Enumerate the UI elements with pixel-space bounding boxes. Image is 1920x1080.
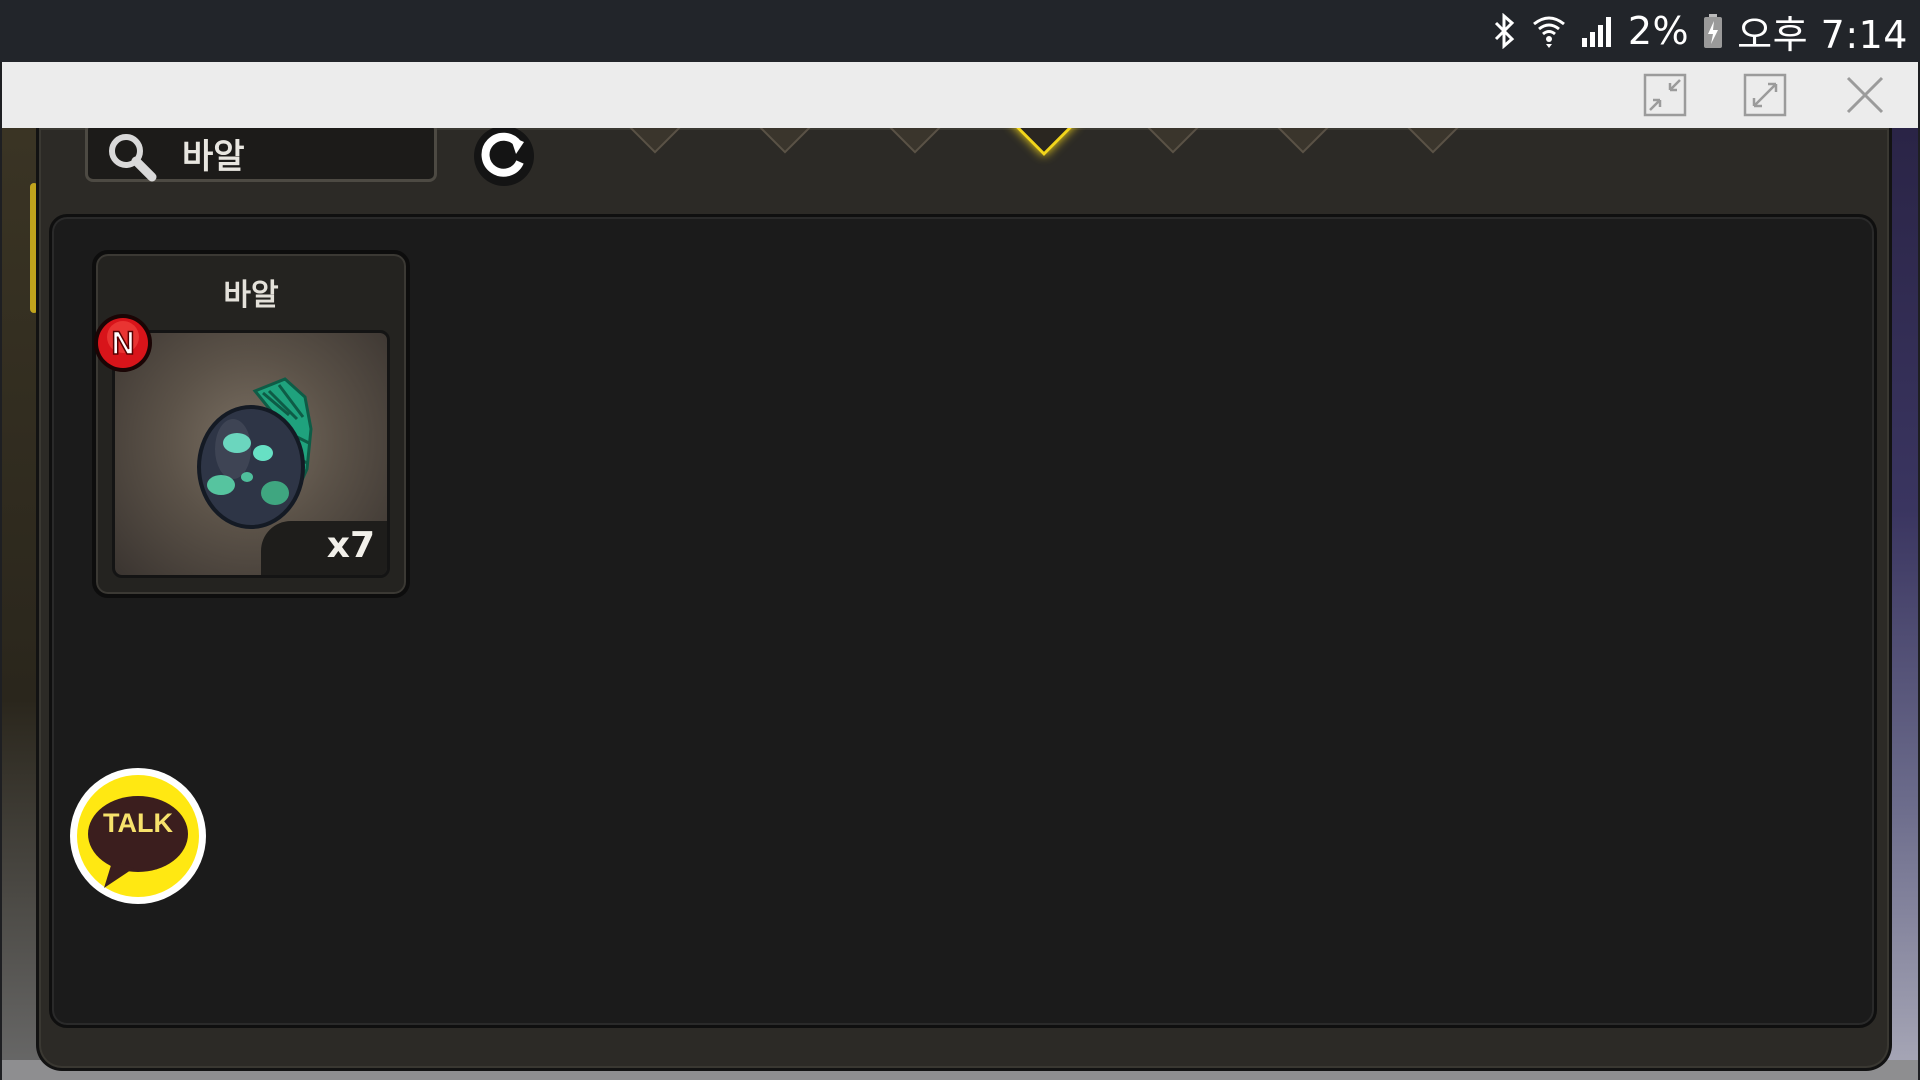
search-input[interactable] bbox=[180, 128, 424, 181]
maximize-icon[interactable] bbox=[1742, 72, 1788, 118]
dragon-egg-icon bbox=[197, 377, 313, 529]
refresh-button[interactable] bbox=[472, 128, 536, 188]
wifi-icon bbox=[1532, 14, 1566, 48]
close-icon[interactable] bbox=[1842, 72, 1888, 118]
search-icon bbox=[109, 134, 157, 182]
minimize-icon[interactable] bbox=[1642, 72, 1688, 118]
speech-bubble-icon bbox=[88, 796, 188, 888]
bluetooth-icon bbox=[1492, 13, 1518, 49]
battery-percent: 2% bbox=[1627, 9, 1690, 53]
new-badge-label: N bbox=[111, 325, 134, 361]
signal-icon bbox=[1580, 14, 1614, 48]
search-box[interactable] bbox=[85, 128, 437, 182]
popup-title-bar bbox=[2, 62, 1918, 129]
game-screen: 바알 x7 N bbox=[2, 128, 1918, 1080]
item-quantity: x7 bbox=[326, 525, 375, 566]
kakao-talk-label: TALK bbox=[103, 808, 173, 838]
item-name: 바알 bbox=[223, 278, 279, 313]
new-badge: N bbox=[94, 314, 152, 372]
status-bar-icons: 2% 오후 7:14 bbox=[1492, 0, 1908, 62]
clock: 오후 7:14 bbox=[1737, 12, 1908, 57]
battery-charging-icon bbox=[1703, 13, 1723, 49]
item-card[interactable]: 바알 x7 N bbox=[92, 250, 410, 598]
refresh-icon bbox=[474, 128, 534, 186]
kakao-talk-button[interactable]: TALK bbox=[70, 768, 206, 904]
status-bar: 2% 오후 7:14 bbox=[0, 0, 1920, 62]
item-quantity-badge: x7 bbox=[261, 521, 387, 575]
